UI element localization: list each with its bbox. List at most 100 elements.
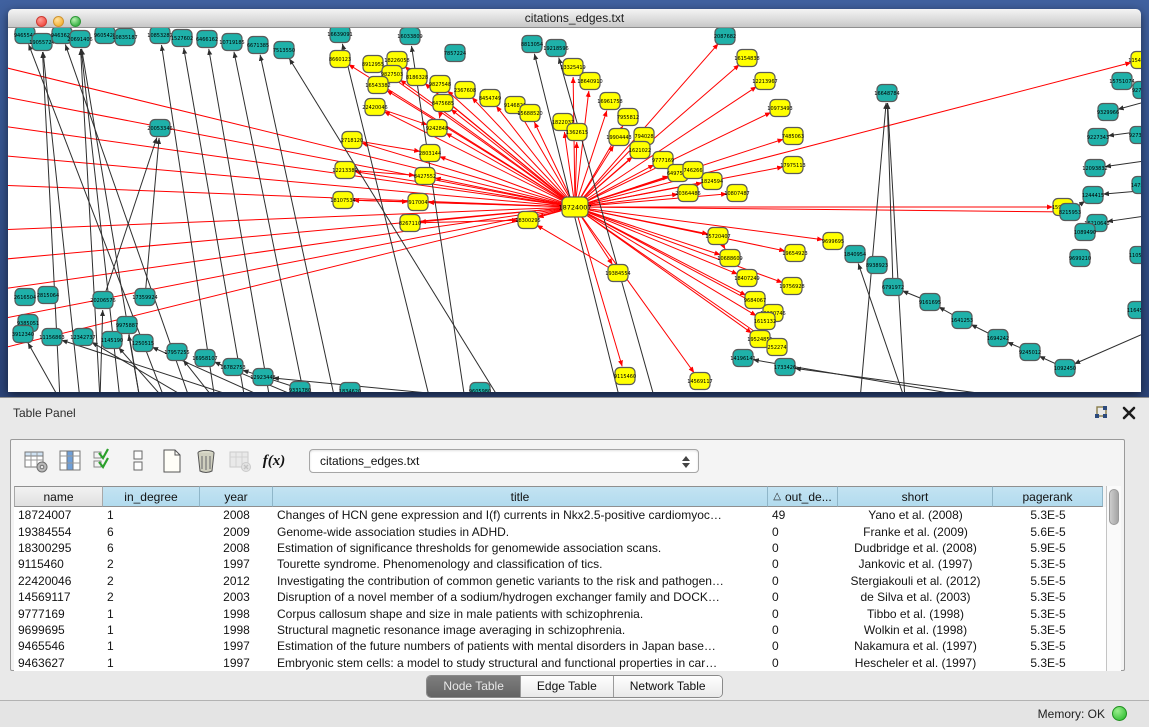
column-mode-icon[interactable] [123,446,153,476]
network-node[interactable]: 20691406 [67,31,92,48]
table-row[interactable]: 946554611997Estimation of the future num… [14,638,1106,654]
network-node[interactable]: 1145190 [101,332,123,349]
network-node[interactable]: 9699210 [1069,250,1091,267]
float-panel-icon[interactable] [1093,405,1109,421]
network-node[interactable]: 18640910 [577,73,602,90]
network-node[interactable]: 19654923 [782,245,807,262]
network-node[interactable]: 3912340 [12,326,34,343]
network-node[interactable]: 1824594 [701,173,723,190]
network-node[interactable]: 8186328 [406,69,428,86]
network-node[interactable]: 10688609 [717,250,742,267]
network-node[interactable]: 1092450 [1054,360,1076,377]
network-node[interactable]: 17359924 [132,289,157,306]
network-node[interactable]: 12093832 [1082,160,1107,177]
column-header-pagerank[interactable]: pagerank [993,486,1103,507]
table-row[interactable]: 1938455462009Genome-wide association stu… [14,523,1106,539]
network-node[interactable]: 20053346 [147,120,172,137]
tab-node-table[interactable]: Node Table [427,676,521,697]
network-node[interactable]: 15688520 [517,105,542,122]
network-node[interactable]: 2815064 [37,287,59,304]
network-node[interactable]: 8938923 [866,257,888,274]
network-node[interactable]: 19384554 [605,265,630,282]
network-node[interactable]: 7513550 [273,42,295,59]
network-node[interactable]: 16543382 [365,77,390,94]
network-node[interactable]: 10719185 [219,34,244,51]
network-node[interactable]: 12213967 [752,73,777,90]
table-row[interactable]: 1872400712008Changes of HCN gene express… [14,507,1106,523]
network-node[interactable]: 1840954 [844,246,866,263]
network-node[interactable]: 20206576 [90,292,115,309]
select-rows-icon[interactable] [89,446,119,476]
show-columns-icon[interactable] [55,446,85,476]
network-node[interactable]: 19218596 [543,40,568,57]
network-node[interactable]: 19756928 [779,278,804,295]
network-node[interactable]: 746266 [683,162,703,179]
network-node[interactable]: 1244415 [1082,187,1104,204]
network-node[interactable]: 12923448 [250,369,275,386]
scrollbar-thumb[interactable] [1109,489,1119,525]
network-node[interactable]: 12342737 [70,329,95,346]
tab-edge-table[interactable]: Edge Table [521,676,614,697]
column-header-name[interactable]: name [14,486,103,507]
network-hub-node[interactable]: 18724007 [558,197,591,217]
tab-network-table[interactable]: Network Table [614,676,722,697]
column-header-short[interactable]: short [838,486,993,507]
network-node[interactable]: 11548408 [1128,52,1141,69]
network-node[interactable]: 2367608 [454,82,476,99]
table-row[interactable]: 946362711997Embryonic stem cells: a mode… [14,655,1106,671]
network-node[interactable]: 8660123 [329,51,351,68]
network-node[interactable]: 6791972 [882,279,904,296]
network-window-titlebar[interactable]: citations_edges.txt [8,9,1141,28]
network-node[interactable]: 7857224 [444,45,466,62]
network-node[interactable]: 18407249 [734,270,759,287]
network-node[interactable]: 8454749 [479,90,501,107]
network-node[interactable]: 17975113 [780,157,805,174]
table-selector-dropdown[interactable]: citations_edges.txt [309,449,699,473]
table-row[interactable]: 2242004622012Investigating the contribut… [14,573,1106,589]
network-node[interactable]: 9273159 [1132,82,1141,99]
table-row[interactable]: 977716911998Corpus callosum shape and si… [14,605,1106,621]
network-node[interactable]: 16648784 [874,85,899,102]
network-node[interactable]: 9329966 [1097,104,1119,121]
network-node[interactable]: 10835187 [112,29,137,46]
network-node[interactable]: 1615132 [754,313,776,330]
network-node[interactable]: 2616504 [14,289,36,306]
network-node[interactable]: 16033809 [397,28,422,45]
network-node[interactable]: 2087682 [714,28,736,45]
network-node[interactable]: 17957255 [164,344,189,361]
network-node[interactable]: 8475685 [432,95,454,112]
network-node[interactable]: 6671385 [247,37,269,54]
column-header-year[interactable]: year [200,486,273,507]
table-row[interactable]: 1456911722003Disruption of a novel membe… [14,589,1106,605]
network-node[interactable]: 8813054 [521,36,543,53]
network-node[interactable]: 1733426 [774,359,796,376]
table-row[interactable]: 1830029562008Estimation of significance … [14,540,1106,556]
network-node[interactable]: 16154838 [734,50,759,67]
network-node[interactable]: 1475374 [1131,177,1141,194]
network-node[interactable]: 8215953 [1059,204,1081,221]
network-node[interactable]: 9331780 [289,382,311,393]
network-node[interactable]: 14569117 [687,373,712,390]
network-node[interactable]: 8912955 [362,56,384,73]
network-node[interactable]: 16958107 [192,350,217,367]
network-node[interactable]: 9245012 [1019,344,1041,361]
network-node[interactable]: 9242848 [426,120,448,137]
network-node[interactable]: 8427552 [414,168,436,185]
network-node[interactable]: 1105448 [1129,247,1141,264]
network-node[interactable]: 9161695 [919,294,941,311]
network-node[interactable]: 2803144 [419,145,441,162]
network-node[interactable]: 10853287 [147,28,172,44]
create-column-icon[interactable] [157,446,187,476]
network-node[interactable]: 2718120 [341,132,363,149]
network-node[interactable]: 16639091 [327,28,352,43]
network-node[interactable]: 9684067 [744,292,766,309]
network-node[interactable]: 22420046 [362,99,387,116]
network-node[interactable]: 16782753 [220,359,245,376]
network-node[interactable]: 1089490 [1074,224,1096,241]
function-builder-icon[interactable]: f(x) [259,446,289,476]
network-node[interactable]: 20364486 [675,185,700,202]
network-node[interactable]: 9227343 [1087,129,1109,146]
network-node[interactable]: 8267110 [399,215,421,232]
column-header-title[interactable]: title [273,486,768,507]
network-node[interactable]: 1164520 [1127,302,1141,319]
